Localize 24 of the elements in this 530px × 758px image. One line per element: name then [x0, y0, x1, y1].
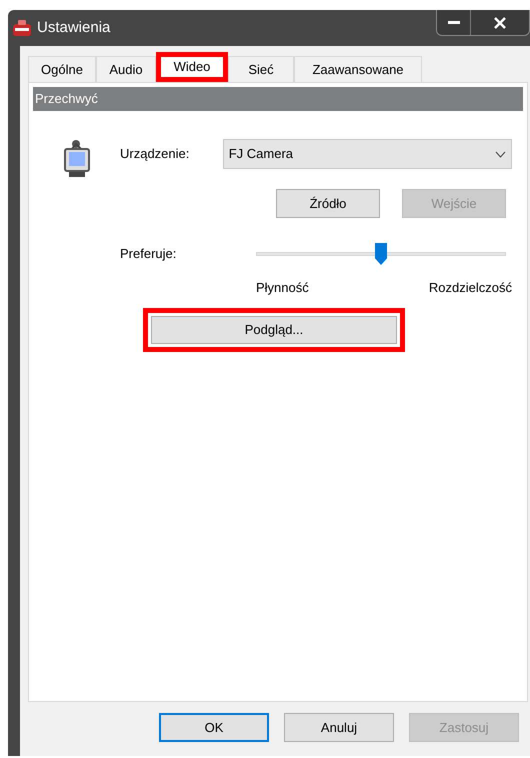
minimize-button[interactable] — [437, 10, 471, 35]
tab[interactable]: Sieć — [228, 56, 294, 82]
tab[interactable]: Audio — [96, 56, 156, 82]
preview-button[interactable]: Podgląd... — [151, 316, 397, 344]
close-button[interactable] — [471, 10, 529, 35]
group-header: Przechwyć — [33, 87, 523, 111]
tab[interactable]: Wideo — [156, 52, 228, 82]
window-title: Ustawienia — [37, 18, 110, 38]
ok-button[interactable]: OK — [159, 713, 269, 742]
chevron-icon — [495, 150, 506, 158]
tab[interactable]: Zaawansowane — [294, 56, 422, 82]
minimize-icon — [448, 21, 460, 24]
slider-thumb[interactable] — [375, 243, 387, 265]
tab[interactable]: Ogólne — [28, 56, 96, 82]
slider-min-label: Płynność — [256, 279, 309, 297]
slider-track[interactable] — [256, 243, 506, 265]
app-icon — [12, 19, 32, 37]
close-icon — [494, 16, 506, 28]
cancel-button[interactable]: Anuluj — [284, 713, 394, 742]
slider-max-label: Rozdzielczość — [428, 279, 512, 297]
preference-label: Preferuje: — [120, 245, 178, 264]
source-button[interactable]: Źródło — [276, 189, 380, 218]
device-label: Urządzenie: — [120, 145, 190, 164]
device-dropdown[interactable]: FJ Camera — [222, 139, 512, 169]
